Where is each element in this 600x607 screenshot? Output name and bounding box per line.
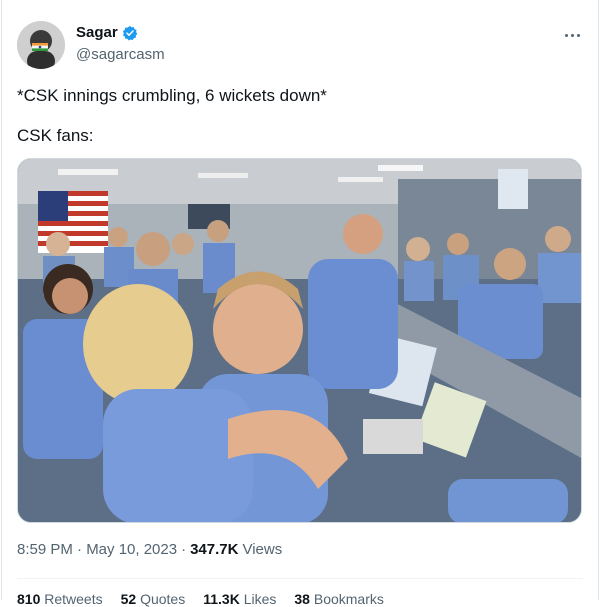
tweet-text-line-2: CSK fans: [17,126,94,145]
stat-retweets-count: 810 [17,591,41,607]
meta-separator: · [181,541,187,558]
author-handle[interactable]: @sagarcasm [76,46,165,63]
engagement-stats: 810 Retweets 52 Quotes 11.3K Likes 38 Bo… [17,591,384,607]
more-options-button[interactable] [561,26,583,44]
stat-likes[interactable]: 11.3K Likes [203,591,276,607]
stat-retweets[interactable]: 810 Retweets [17,591,103,607]
stat-quotes[interactable]: 52 Quotes [121,591,186,607]
stat-quotes-label: Quotes [140,591,186,607]
card-border-right [598,0,599,600]
tweet-text-line-1: *CSK innings crumbling, 6 wickets down* [17,86,327,105]
stat-retweets-label: Retweets [44,591,103,607]
celebration-photo [18,159,581,522]
card-border-left [1,0,2,600]
author-name[interactable]: Sagar [76,24,118,41]
stat-bookmarks[interactable]: 38 Bookmarks [294,591,384,607]
more-horizontal-icon [564,33,568,37]
avatar[interactable] [17,21,65,69]
stat-likes-label: Likes [243,591,277,607]
views-count[interactable]: 347.7K [190,541,238,558]
stat-likes-count: 11.3K [203,591,240,607]
views-label: Views [242,541,283,558]
tweet-card: Sagar @sagarcasm *CSK innings crumbling,… [0,0,600,607]
tweet-media-photo[interactable] [17,158,582,523]
verified-badge-icon [122,25,138,41]
stat-bookmarks-count: 38 [294,591,310,607]
stat-bookmarks-label: Bookmarks [313,591,384,607]
divider [17,578,583,579]
timestamp-link[interactable]: 8:59 PM · May 10, 2023 [17,541,177,558]
tweet-meta: 8:59 PM · May 10, 2023 · 347.7K Views [17,541,282,558]
stat-quotes-count: 52 [120,591,137,607]
